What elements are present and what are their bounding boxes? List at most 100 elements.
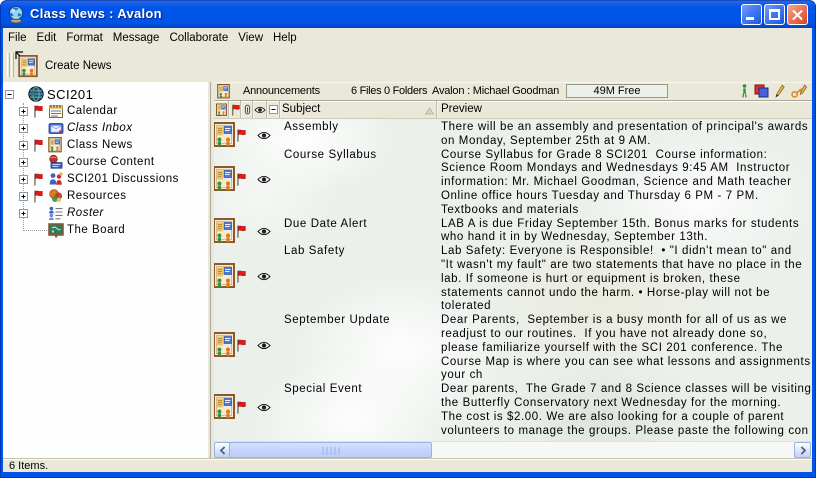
message-subject[interactable]: Due Date Alert — [284, 218, 367, 232]
sort-ascending-icon — [425, 107, 434, 115]
expand-box-icon[interactable] — [19, 175, 28, 184]
toolbar: Create News — [3, 48, 812, 82]
globe-icon — [28, 86, 44, 102]
message-row[interactable]: Lab Safety Lab Safety: Everyone is Respo… — [214, 245, 812, 314]
preview-line: tolerated — [441, 300, 812, 314]
preview-line: information: Mr. Michael Goodman, Scienc… — [441, 176, 812, 190]
titlebar[interactable]: Class News : Avalon — [0, 0, 816, 28]
menu-message[interactable]: Message — [108, 30, 165, 46]
expand-box-icon[interactable] — [19, 107, 28, 116]
preview-line: readjust to our routines. If you have no… — [441, 328, 812, 342]
preview-line: Dear Parents, September is a busy month … — [441, 314, 812, 328]
message-row[interactable]: Due Date Alert LAB A is due Friday Septe… — [214, 218, 812, 246]
expand-box-icon[interactable] — [19, 124, 28, 133]
news-item-icon — [214, 263, 235, 289]
minimize-button[interactable] — [741, 4, 762, 25]
toolbar-grip[interactable] — [7, 53, 10, 77]
maximize-button[interactable] — [764, 4, 785, 25]
close-icon — [788, 5, 807, 24]
column-flag-icon[interactable] — [230, 101, 241, 118]
news-item-icon — [214, 332, 235, 358]
inbox-icon — [48, 120, 64, 136]
key-pencil-icon[interactable] — [791, 84, 808, 98]
expand-box-icon[interactable] — [19, 158, 28, 167]
message-subject[interactable]: Course Syllabus — [284, 149, 377, 163]
message-subject[interactable]: Assembly — [284, 121, 339, 135]
copy-pages-icon[interactable] — [754, 84, 769, 98]
message-subject[interactable]: Special Event — [284, 383, 362, 397]
menu-file[interactable]: File — [3, 30, 32, 46]
menu-collaborate[interactable]: Collaborate — [164, 30, 233, 46]
menubar: FileEditFormatMessageCollaborateViewHelp — [3, 28, 812, 48]
tree-item-resources[interactable]: Resources — [3, 188, 208, 205]
tree-item-label: Class News — [67, 139, 133, 151]
menu-format[interactable]: Format — [61, 30, 107, 46]
preview-line: volunteers to manage the groups. Please … — [441, 425, 812, 439]
menu-view[interactable]: View — [233, 30, 268, 46]
news-icon — [217, 84, 232, 99]
maximize-icon — [769, 9, 780, 20]
read-eye-icon — [257, 272, 271, 281]
toolbar-grip2[interactable] — [11, 53, 14, 77]
folder-tree: SCI201 Calendar Class Inbox — [3, 82, 208, 458]
person-icon[interactable] — [741, 84, 748, 98]
tree-item-root[interactable]: SCI201 — [3, 86, 208, 103]
window-title: Class News : Avalon — [30, 6, 162, 21]
message-row[interactable]: Assembly There will be an assembly and p… — [214, 121, 812, 149]
horizontal-scrollbar[interactable] — [214, 441, 812, 458]
tree-item-sci201-discussions[interactable]: SCI201 Discussions — [3, 171, 208, 188]
read-eye-icon — [257, 403, 271, 412]
column-attachment-icon[interactable] — [242, 101, 253, 118]
expand-box-icon[interactable] — [19, 209, 28, 218]
create-news-button[interactable]: Create News — [18, 53, 111, 78]
message-preview: Lab Safety: Everyone is Responsible! • "… — [441, 245, 812, 314]
message-list-panel: Announcements 6 Files 0 Folders Avalon :… — [214, 82, 812, 458]
scroll-right-button[interactable] — [794, 442, 811, 458]
message-row[interactable]: September Update Dear Parents, September… — [214, 314, 812, 383]
statusbar: 6 Items. — [3, 458, 812, 472]
flag-icon — [33, 139, 43, 152]
preview-line: Lab Safety: Everyone is Responsible! • "… — [441, 245, 812, 259]
tree-item-class-news[interactable]: Class News — [3, 137, 208, 154]
message-subject[interactable]: September Update — [284, 314, 390, 328]
preview-line: the Butterfly Conservatory next Wednesda… — [441, 397, 812, 411]
preview-line: please familiarize yourself with the SCI… — [441, 342, 812, 356]
column-news-icon[interactable] — [214, 101, 229, 118]
expand-box-icon[interactable] — [19, 141, 28, 150]
tree-item-label: Course Content — [67, 156, 155, 168]
board-icon — [48, 222, 64, 238]
menu-edit[interactable]: Edit — [32, 30, 62, 46]
expand-box-icon[interactable] — [19, 192, 28, 201]
create-news-icon — [18, 55, 38, 78]
column-read-icon[interactable] — [254, 101, 267, 118]
tree-root-label: SCI201 — [47, 87, 93, 102]
news-item-icon — [214, 166, 235, 192]
read-eye-icon — [257, 175, 271, 184]
scrollbar-thumb[interactable] — [229, 442, 432, 458]
collapse-box-icon[interactable] — [5, 90, 14, 99]
close-button[interactable] — [787, 4, 808, 25]
tree-item-roster[interactable]: Roster — [3, 205, 208, 222]
menu-help[interactable]: Help — [268, 30, 302, 46]
preview-line: who hand it in by Wednesday, September 1… — [441, 231, 812, 245]
news-item-icon — [214, 218, 235, 244]
tree-item-course-content[interactable]: Course Content — [3, 154, 208, 171]
read-eye-icon — [257, 227, 271, 236]
column-collapse-icon[interactable] — [268, 101, 280, 118]
message-row[interactable]: Special Event Dear parents, The Grade 7 … — [214, 383, 812, 438]
message-row[interactable]: Course Syllabus Course Syllabus for Grad… — [214, 149, 812, 218]
message-subject[interactable]: Lab Safety — [284, 245, 345, 259]
folder-files-info: 6 Files 0 Folders — [351, 85, 427, 97]
tree-item-the-board[interactable]: The Board — [3, 222, 208, 239]
minimize-icon — [746, 17, 754, 20]
tree-item-class-inbox[interactable]: Class Inbox — [3, 120, 208, 137]
resources-icon — [48, 188, 64, 204]
flag-icon — [33, 173, 43, 186]
tree-item-calendar[interactable]: Calendar — [3, 103, 208, 120]
preview-line: your ch — [441, 369, 812, 383]
preview-line: statements cannot undo the harm. • Horse… — [441, 287, 812, 301]
preview-line: Course Syllabus for Grade 8 SCI201 Cours… — [441, 149, 812, 163]
pencil-icon[interactable] — [775, 84, 785, 98]
preview-column-label[interactable]: Preview — [441, 103, 482, 115]
preview-line: lab. If someone is hurt or equipment is … — [441, 273, 812, 287]
